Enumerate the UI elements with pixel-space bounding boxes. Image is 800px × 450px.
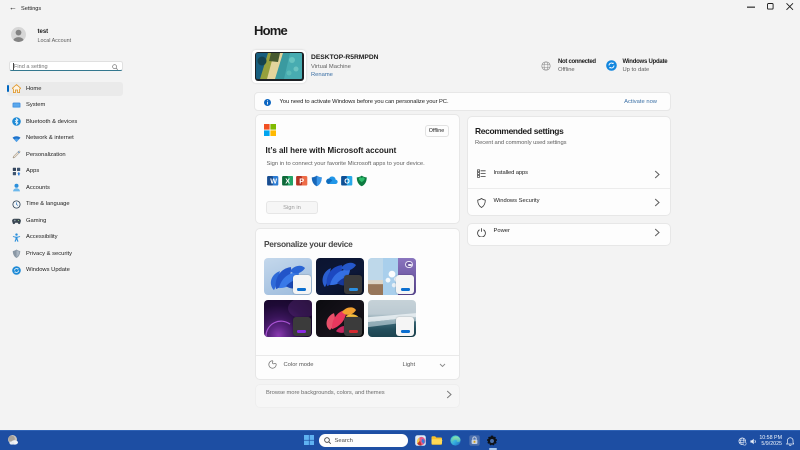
svg-text:W: W	[270, 178, 277, 186]
svg-text:O: O	[344, 178, 350, 186]
svg-text:P: P	[299, 178, 304, 186]
svg-text:X: X	[285, 178, 290, 186]
